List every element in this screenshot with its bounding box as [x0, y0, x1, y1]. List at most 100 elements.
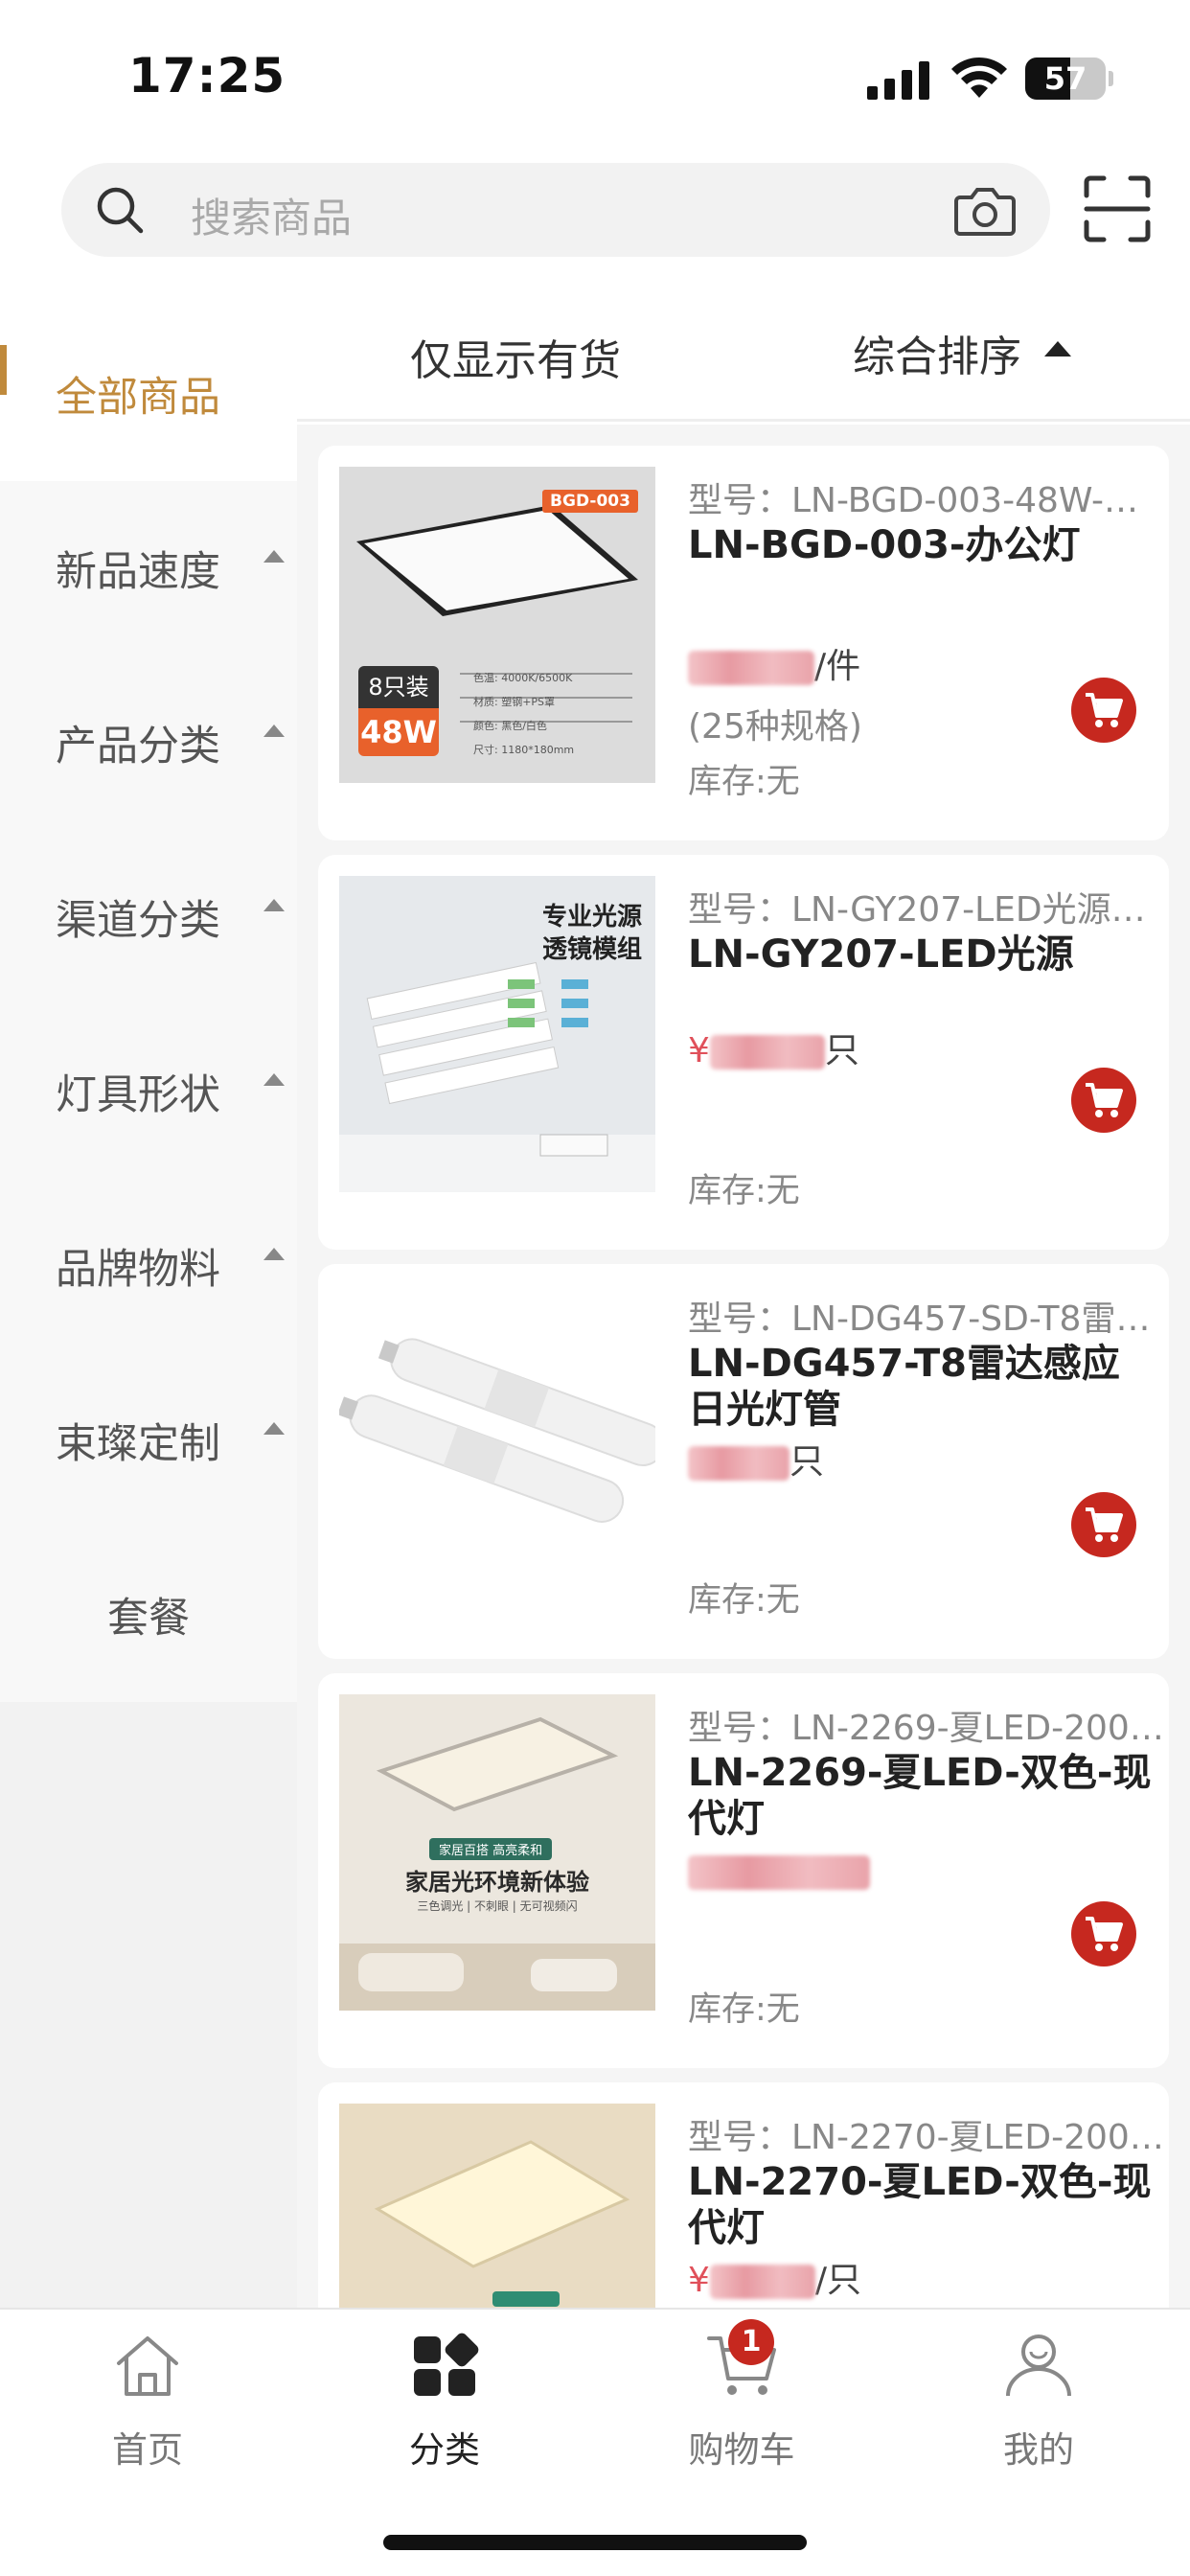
product-model: 型号：LN-2269-夏LED-200W-双色-现代灯 — [688, 1709, 1167, 1748]
image-subtitle: 三色调光 | 不刺眼 | 无可视频闪 — [417, 1899, 578, 1913]
filter-bar: 仅显示有货 综合排序 — [297, 307, 1190, 422]
caret-up-icon — [263, 1248, 285, 1260]
category-icon — [414, 2333, 479, 2396]
tab-profile[interactable]: 我的 — [943, 2329, 1134, 2471]
in-stock-filter[interactable]: 仅显示有货 — [410, 326, 621, 387]
price-unit: /只 — [814, 2261, 862, 2300]
add-to-cart-button[interactable] — [1071, 1901, 1136, 1966]
cart-icon — [1086, 1917, 1123, 1951]
price-currency: ¥ — [688, 2261, 710, 2300]
search-icon — [97, 187, 144, 234]
sidebar-item-label: 全部商品 — [56, 374, 220, 422]
tab-label: 我的 — [1003, 2429, 1074, 2471]
sidebar-item-channel-category[interactable]: 渠道分类 — [0, 830, 297, 1004]
sidebar-item-custom[interactable]: 束璨定制 — [0, 1353, 297, 1528]
sort-dropdown[interactable]: 综合排序 — [853, 322, 1021, 383]
product-spec-count: (25种规格) — [688, 707, 862, 747]
search-bar[interactable]: 搜索商品 — [61, 163, 1050, 257]
product-price: ¥ 只 — [688, 1027, 859, 1075]
product-image: BGD-003 8只装 48W 色温: 4000K/6500K 材质: 塑钢+P… — [339, 467, 655, 783]
sidebar-item-label: 新品速度 — [56, 548, 220, 596]
sidebar-item-lamp-shape[interactable]: 灯具形状 — [0, 1004, 297, 1179]
product-model: 型号：LN-2270-夏LED-200W-双色-现代灯 — [688, 2118, 1167, 2157]
product-image — [339, 1285, 655, 1601]
spec-line: 色温: 4000K/6500K — [473, 672, 573, 684]
sidebar-item-product-category[interactable]: 产品分类 — [0, 656, 297, 830]
battery-level: 57 — [1043, 60, 1087, 97]
tab-home[interactable]: 首页 — [52, 2329, 243, 2471]
spec-line: 尺寸: 1180*180mm — [473, 744, 575, 756]
user-icon — [1006, 2334, 1071, 2397]
home-icon — [117, 2336, 178, 2396]
tab-label: 首页 — [112, 2429, 183, 2471]
product-name: LN-BGD-003-办公灯 — [688, 523, 1081, 567]
status-bar: 17:25 57 — [0, 0, 1190, 153]
sidebar-item-label: 渠道分类 — [56, 897, 220, 945]
product-model: 型号：LN-BGD-003-48W-办公灯 — [688, 481, 1167, 520]
product-price: /件 — [688, 643, 860, 691]
product-card[interactable]: 型号：LN-DG457-SD-T8雷达感应日光灯管 LN-DG457-T8雷达感… — [318, 1264, 1169, 1659]
product-stock: 库存:无 — [688, 1581, 800, 1620]
caret-up-icon — [263, 724, 285, 737]
product-card[interactable]: 专业光源 透镜模组 型号：LN-GY207-LED光源模组 LN-GY207-L… — [318, 855, 1169, 1250]
image-title: 家居光环境新体验 — [405, 1869, 589, 1896]
sidebar-item-all-products[interactable]: 全部商品 — [0, 307, 297, 481]
price-unit: 只 — [824, 1031, 859, 1070]
spec-line: 材质: 塑钢+PS罩 — [473, 696, 556, 708]
product-price: 只 — [688, 1438, 824, 1486]
cellular-signal-icon — [867, 61, 929, 100]
product-stock: 库存:无 — [688, 763, 800, 801]
add-to-cart-button[interactable] — [1071, 1068, 1136, 1133]
product-stock: 库存:无 — [688, 1990, 800, 2029]
category-sidebar: 全部商品 新品速度 产品分类 渠道分类 灯具形状 品牌物料 束璨定制 套餐 — [0, 307, 297, 2308]
sidebar-item-label: 灯具形状 — [56, 1071, 220, 1119]
add-to-cart-button[interactable] — [1071, 1492, 1136, 1557]
home-indicator — [383, 2535, 807, 2550]
image-tag: 家居百搭 高亮柔和 — [429, 1838, 553, 1860]
battery-icon: 57 — [1025, 58, 1106, 100]
search-input[interactable]: 搜索商品 — [191, 186, 352, 244]
cart-icon — [1086, 693, 1123, 727]
spec-line: 颜色: 黑色/白色 — [473, 720, 547, 732]
cart-count-badge: 1 — [728, 2319, 774, 2365]
product-list: BGD-003 8只装 48W 色温: 4000K/6500K 材质: 塑钢+P… — [297, 425, 1190, 2308]
product-tag: BGD-003 — [542, 490, 638, 513]
image-title: 透镜模组 — [541, 935, 642, 964]
tab-label: 分类 — [409, 2429, 480, 2471]
product-card[interactable]: BGD-003 8只装 48W 色温: 4000K/6500K 材质: 塑钢+P… — [318, 446, 1169, 840]
sidebar-item-package[interactable]: 套餐 — [0, 1528, 297, 1702]
product-image: 家居百搭 高亮柔和 家居光环境新体验 三色调光 | 不刺眼 | 无可视频闪 — [339, 1694, 655, 2011]
sidebar-item-label: 套餐 — [107, 1595, 190, 1643]
product-stock: 库存:无 — [688, 1172, 800, 1210]
tab-cart[interactable]: 1 购物车 — [646, 2319, 837, 2471]
caret-up-icon — [263, 1073, 285, 1086]
price-unit: /件 — [814, 647, 861, 686]
product-price: ¥ /只 — [688, 2257, 861, 2305]
product-name: LN-2270-夏LED-双色-现代灯 — [688, 2160, 1152, 2250]
product-card[interactable]: 家居百搭 高亮柔和 家居光环境新体验 三色调光 | 不刺眼 | 无可视频闪 型号… — [318, 1673, 1169, 2068]
price-currency: ¥ — [688, 1031, 710, 1070]
pack-label: 8只装 — [358, 666, 439, 708]
camera-icon[interactable] — [954, 184, 1016, 236]
product-card[interactable]: 型号：LN-2270-夏LED-200W-双色-现代灯 LN-2270-夏LED… — [318, 2082, 1169, 2308]
tab-category[interactable]: 分类 — [349, 2329, 540, 2471]
cart-icon — [1086, 1083, 1123, 1117]
product-name: LN-GY207-LED光源 — [688, 932, 1074, 977]
sidebar-item-label: 束璨定制 — [56, 1420, 220, 1468]
product-image: 专业光源 透镜模组 — [339, 876, 655, 1192]
product-name: LN-DG457-T8雷达感应日光灯管 — [688, 1342, 1120, 1432]
wifi-icon — [951, 57, 1007, 98]
image-title: 专业光源 — [541, 903, 642, 932]
product-price — [688, 1848, 870, 1896]
product-image — [339, 2104, 655, 2308]
sidebar-item-new-arrivals[interactable]: 新品速度 — [0, 481, 297, 656]
price-unit: 只 — [790, 1442, 825, 1482]
watt-label: 48W — [358, 708, 439, 756]
sidebar-item-brand-materials[interactable]: 品牌物料 — [0, 1179, 297, 1353]
sort-caret-icon — [1044, 341, 1071, 356]
caret-up-icon — [263, 899, 285, 911]
scan-icon[interactable] — [1083, 174, 1152, 243]
cart-icon — [1086, 1507, 1123, 1542]
product-model: 型号：LN-DG457-SD-T8雷达感应日光灯管 — [688, 1300, 1167, 1339]
add-to-cart-button[interactable] — [1071, 678, 1136, 743]
